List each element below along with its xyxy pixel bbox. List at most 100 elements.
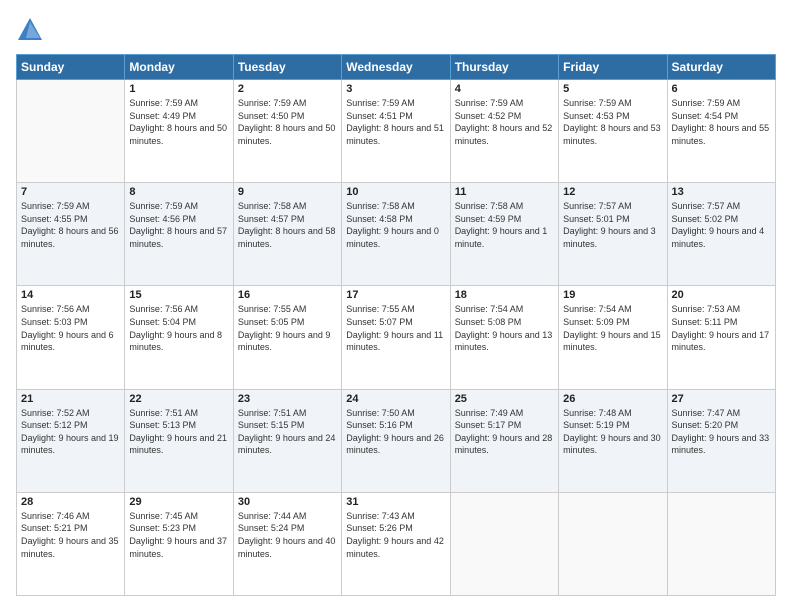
calendar-cell: 2 Sunrise: 7:59 AM Sunset: 4:50 PM Daylig… (233, 80, 341, 183)
calendar-week-row: 7Sunrise: 7:59 AM Sunset: 4:55 PM Daylig… (17, 183, 776, 286)
cell-info: Sunrise: 7:59 AM Sunset: 4:50 PM Dayligh… (238, 97, 337, 147)
calendar-cell: 22 Sunrise: 7:51 AM Sunset: 5:13 PM Dayli… (125, 389, 233, 492)
cell-info: Sunrise: 7:54 AM Sunset: 5:08 PM Dayligh… (455, 303, 554, 353)
cell-info: Sunrise: 7:58 AM Sunset: 4:58 PM Dayligh… (346, 200, 445, 250)
calendar-cell: 3 Sunrise: 7:59 AM Sunset: 4:51 PM Daylig… (342, 80, 450, 183)
day-number: 19 (563, 289, 662, 301)
calendar-cell: 18 Sunrise: 7:54 AM Sunset: 5:08 PM Dayli… (450, 286, 558, 389)
cell-info: Sunrise: 7:50 AM Sunset: 5:16 PM Dayligh… (346, 407, 445, 457)
day-number: 30 (238, 496, 337, 508)
calendar-cell: 23 Sunrise: 7:51 AM Sunset: 5:15 PM Dayli… (233, 389, 341, 492)
calendar-cell: 4Sunrise: 7:59 AM Sunset: 4:52 PM Daylig… (450, 80, 558, 183)
calendar-cell (559, 492, 667, 595)
day-number: 14 (21, 289, 120, 301)
cell-info: Sunrise: 7:51 AM Sunset: 5:15 PM Dayligh… (238, 407, 337, 457)
calendar-cell: 8 Sunrise: 7:59 AM Sunset: 4:56 PM Daylig… (125, 183, 233, 286)
weekday-header-row: SundayMondayTuesdayWednesdayThursdayFrid… (17, 55, 776, 80)
weekday-header-thursday: Thursday (450, 55, 558, 80)
cell-info: Sunrise: 7:55 AM Sunset: 5:07 PM Dayligh… (346, 303, 445, 353)
calendar-cell: 24 Sunrise: 7:50 AM Sunset: 5:16 PM Dayli… (342, 389, 450, 492)
cell-info: Sunrise: 7:48 AM Sunset: 5:19 PM Dayligh… (563, 407, 662, 457)
cell-info: Sunrise: 7:46 AM Sunset: 5:21 PM Dayligh… (21, 510, 120, 560)
logo (16, 16, 48, 44)
calendar-cell: 10Sunrise: 7:58 AM Sunset: 4:58 PM Dayli… (342, 183, 450, 286)
day-number: 9 (238, 186, 337, 198)
day-number: 31 (346, 496, 445, 508)
calendar-cell: 20 Sunrise: 7:53 AM Sunset: 5:11 PM Dayli… (667, 286, 775, 389)
day-number: 12 (563, 186, 662, 198)
day-number: 6 (672, 83, 771, 95)
calendar-cell: 28 Sunrise: 7:46 AM Sunset: 5:21 PM Dayli… (17, 492, 125, 595)
header (16, 16, 776, 44)
cell-info: Sunrise: 7:44 AM Sunset: 5:24 PM Dayligh… (238, 510, 337, 560)
cell-info: Sunrise: 7:45 AM Sunset: 5:23 PM Dayligh… (129, 510, 228, 560)
cell-info: Sunrise: 7:58 AM Sunset: 4:57 PM Dayligh… (238, 200, 337, 250)
cell-info: Sunrise: 7:51 AM Sunset: 5:13 PM Dayligh… (129, 407, 228, 457)
weekday-header-friday: Friday (559, 55, 667, 80)
day-number: 16 (238, 289, 337, 301)
calendar-week-row: 21 Sunrise: 7:52 AM Sunset: 5:12 PM Dayli… (17, 389, 776, 492)
day-number: 1 (129, 83, 228, 95)
day-number: 15 (129, 289, 228, 301)
logo-icon (16, 16, 44, 44)
day-number: 20 (672, 289, 771, 301)
cell-info: Sunrise: 7:59 AM Sunset: 4:52 PM Dayligh… (455, 97, 554, 147)
calendar-week-row: 28 Sunrise: 7:46 AM Sunset: 5:21 PM Dayli… (17, 492, 776, 595)
calendar-cell (17, 80, 125, 183)
day-number: 8 (129, 186, 228, 198)
calendar-cell: 19 Sunrise: 7:54 AM Sunset: 5:09 PM Dayli… (559, 286, 667, 389)
page: SundayMondayTuesdayWednesdayThursdayFrid… (0, 0, 792, 612)
cell-info: Sunrise: 7:55 AM Sunset: 5:05 PM Dayligh… (238, 303, 337, 353)
cell-info: Sunrise: 7:59 AM Sunset: 4:49 PM Dayligh… (129, 97, 228, 147)
cell-info: Sunrise: 7:52 AM Sunset: 5:12 PM Dayligh… (21, 407, 120, 457)
weekday-header-saturday: Saturday (667, 55, 775, 80)
calendar-week-row: 1 Sunrise: 7:59 AM Sunset: 4:49 PM Daylig… (17, 80, 776, 183)
calendar-cell: 16 Sunrise: 7:55 AM Sunset: 5:05 PM Dayli… (233, 286, 341, 389)
day-number: 22 (129, 393, 228, 405)
cell-info: Sunrise: 7:56 AM Sunset: 5:04 PM Dayligh… (129, 303, 228, 353)
day-number: 18 (455, 289, 554, 301)
calendar-cell: 13 Sunrise: 7:57 AM Sunset: 5:02 PM Dayli… (667, 183, 775, 286)
day-number: 29 (129, 496, 228, 508)
day-number: 3 (346, 83, 445, 95)
day-number: 26 (563, 393, 662, 405)
day-number: 24 (346, 393, 445, 405)
calendar-cell (667, 492, 775, 595)
day-number: 13 (672, 186, 771, 198)
calendar-cell: 6 Sunrise: 7:59 AM Sunset: 4:54 PM Daylig… (667, 80, 775, 183)
cell-info: Sunrise: 7:59 AM Sunset: 4:56 PM Dayligh… (129, 200, 228, 250)
cell-info: Sunrise: 7:54 AM Sunset: 5:09 PM Dayligh… (563, 303, 662, 353)
calendar-cell: 27Sunrise: 7:47 AM Sunset: 5:20 PM Dayli… (667, 389, 775, 492)
calendar-cell: 7Sunrise: 7:59 AM Sunset: 4:55 PM Daylig… (17, 183, 125, 286)
calendar-cell: 11Sunrise: 7:58 AM Sunset: 4:59 PM Dayli… (450, 183, 558, 286)
calendar-cell: 5 Sunrise: 7:59 AM Sunset: 4:53 PM Daylig… (559, 80, 667, 183)
calendar-cell (450, 492, 558, 595)
cell-info: Sunrise: 7:59 AM Sunset: 4:53 PM Dayligh… (563, 97, 662, 147)
day-number: 5 (563, 83, 662, 95)
cell-info: Sunrise: 7:57 AM Sunset: 5:02 PM Dayligh… (672, 200, 771, 250)
cell-info: Sunrise: 7:59 AM Sunset: 4:54 PM Dayligh… (672, 97, 771, 147)
day-number: 21 (21, 393, 120, 405)
cell-info: Sunrise: 7:59 AM Sunset: 4:51 PM Dayligh… (346, 97, 445, 147)
day-number: 27 (672, 393, 771, 405)
cell-info: Sunrise: 7:53 AM Sunset: 5:11 PM Dayligh… (672, 303, 771, 353)
cell-info: Sunrise: 7:58 AM Sunset: 4:59 PM Dayligh… (455, 200, 554, 250)
weekday-header-sunday: Sunday (17, 55, 125, 80)
calendar-cell: 15 Sunrise: 7:56 AM Sunset: 5:04 PM Dayli… (125, 286, 233, 389)
calendar-cell: 1 Sunrise: 7:59 AM Sunset: 4:49 PM Daylig… (125, 80, 233, 183)
calendar-table: SundayMondayTuesdayWednesdayThursdayFrid… (16, 54, 776, 596)
calendar-cell: 26 Sunrise: 7:48 AM Sunset: 5:19 PM Dayli… (559, 389, 667, 492)
calendar-cell: 30 Sunrise: 7:44 AM Sunset: 5:24 PM Dayli… (233, 492, 341, 595)
day-number: 7 (21, 186, 120, 198)
day-number: 28 (21, 496, 120, 508)
cell-info: Sunrise: 7:49 AM Sunset: 5:17 PM Dayligh… (455, 407, 554, 457)
day-number: 2 (238, 83, 337, 95)
day-number: 17 (346, 289, 445, 301)
calendar-cell: 25Sunrise: 7:49 AM Sunset: 5:17 PM Dayli… (450, 389, 558, 492)
calendar-cell: 9 Sunrise: 7:58 AM Sunset: 4:57 PM Daylig… (233, 183, 341, 286)
day-number: 23 (238, 393, 337, 405)
calendar-cell: 12Sunrise: 7:57 AM Sunset: 5:01 PM Dayli… (559, 183, 667, 286)
calendar-cell: 14Sunrise: 7:56 AM Sunset: 5:03 PM Dayli… (17, 286, 125, 389)
calendar-cell: 31Sunrise: 7:43 AM Sunset: 5:26 PM Dayli… (342, 492, 450, 595)
calendar-cell: 29 Sunrise: 7:45 AM Sunset: 5:23 PM Dayli… (125, 492, 233, 595)
